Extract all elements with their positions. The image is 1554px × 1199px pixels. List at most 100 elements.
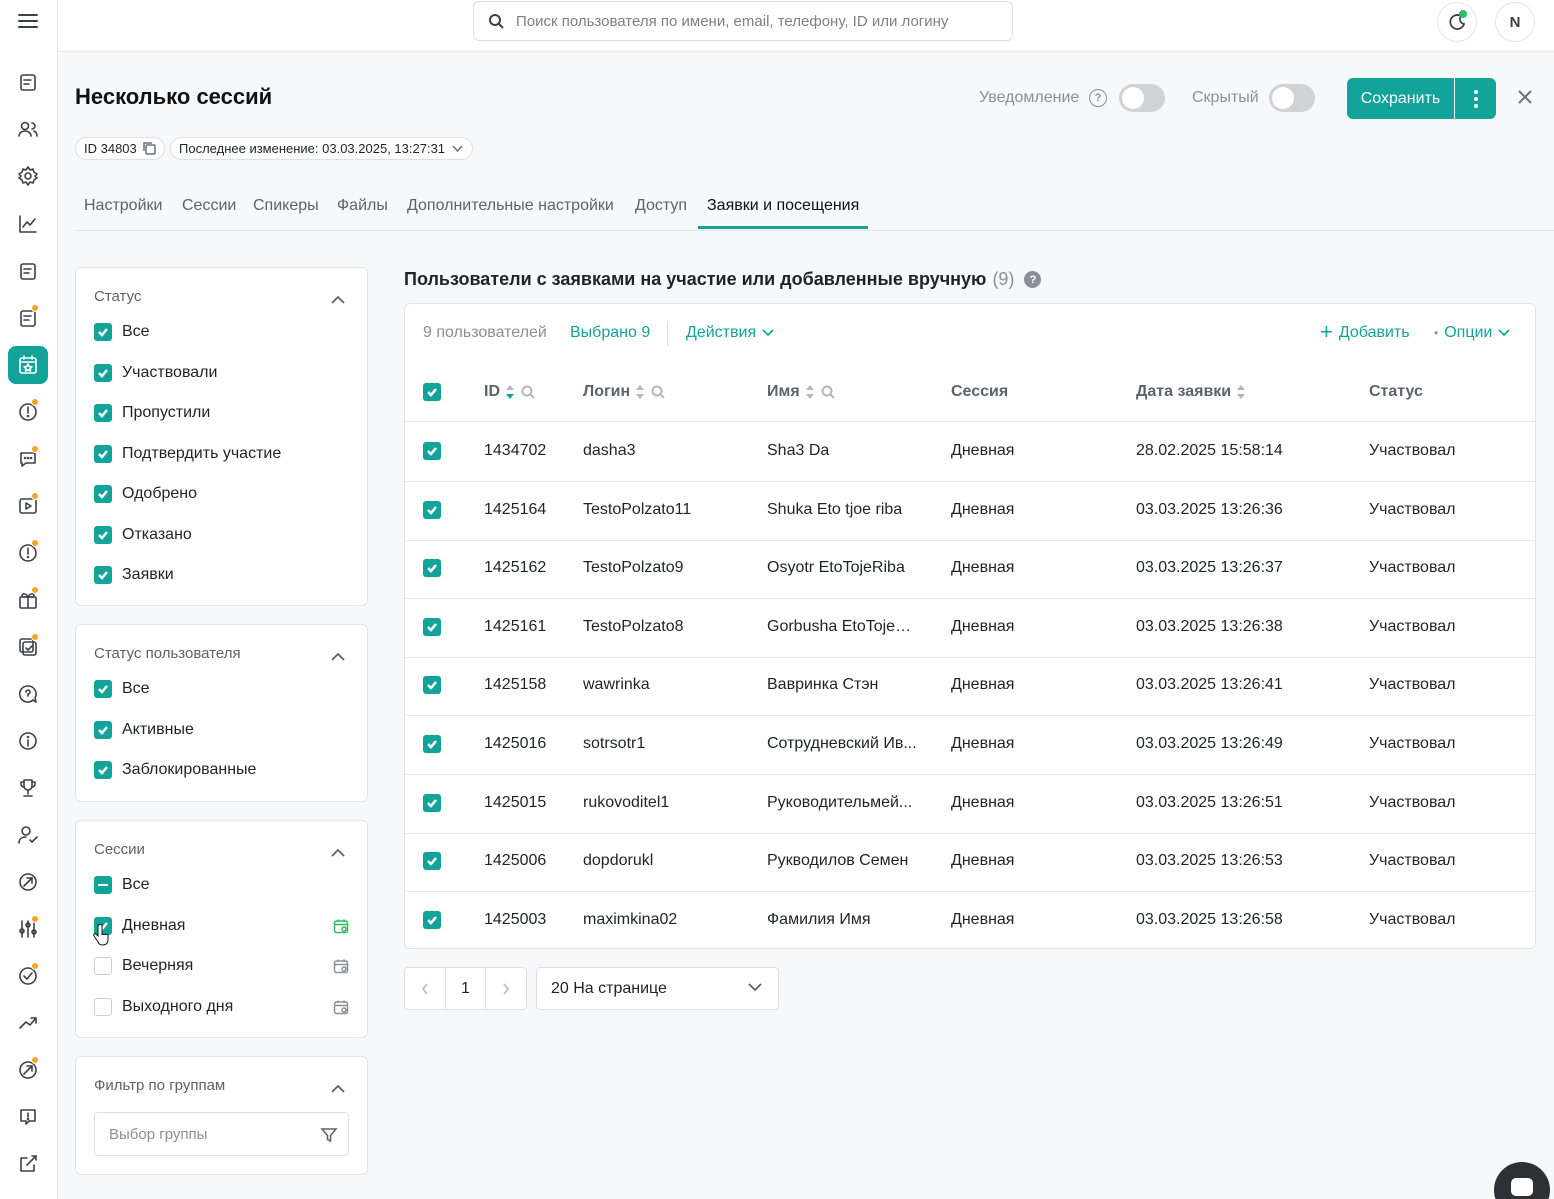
filter-option[interactable]: Все	[94, 876, 150, 894]
hidden-toggle[interactable]	[1269, 84, 1315, 112]
questions-icon[interactable]	[8, 675, 48, 713]
table-cell[interactable]: Руководительмей...	[767, 794, 912, 812]
trend-icon[interactable]	[8, 1004, 48, 1042]
table-cell[interactable]: TestoPolzato8	[583, 618, 684, 636]
table-cell[interactable]: TestoPolzato9	[583, 559, 684, 577]
checkbox[interactable]	[94, 525, 112, 544]
table-cell[interactable]: rukovoditel1	[583, 794, 669, 812]
tab-access[interactable]: Доступ	[635, 194, 687, 230]
selected-count[interactable]: Выбрано 9	[570, 324, 650, 342]
info-icon[interactable]	[8, 722, 48, 760]
compass-icon[interactable]	[8, 863, 48, 901]
chevron-up-icon[interactable]	[331, 292, 345, 304]
filter-option[interactable]: Одобрено	[94, 485, 197, 503]
feedback-icon[interactable]	[8, 1098, 48, 1136]
gift-icon[interactable]	[8, 581, 48, 619]
table-cell[interactable]: Фамилия Имя	[767, 911, 871, 929]
avatar[interactable]: N	[1495, 2, 1535, 42]
filter-option[interactable]: Заблокированные	[94, 761, 256, 779]
last-modified-chip[interactable]: Последнее изменение: 03.03.2025, 13:27:3…	[170, 137, 474, 160]
next-page-button[interactable]	[486, 968, 526, 1009]
save-button[interactable]: Сохранить	[1347, 78, 1454, 119]
documents-icon[interactable]	[8, 299, 48, 337]
filter-option[interactable]: Активные	[94, 720, 194, 739]
table-row[interactable]: 1434702 dasha3 Sha3 Da Дневная 28.02.2025 15…	[405, 423, 1535, 482]
table-cell[interactable]: maximkina02	[583, 911, 677, 929]
chevron-up-icon[interactable]	[331, 1081, 345, 1093]
table-row[interactable]: 1425162 TestoPolzato9 Osyotr EtoTojeRiba Дн…	[405, 540, 1535, 600]
support-chat-button[interactable]	[1494, 1162, 1550, 1199]
chevron-up-icon[interactable]	[331, 845, 345, 857]
add-user-button[interactable]: + Добавить	[1320, 321, 1410, 343]
row-checkbox[interactable]	[423, 735, 451, 754]
row-checkbox[interactable]	[423, 442, 451, 461]
users-icon[interactable]	[8, 110, 48, 148]
calendar-icon[interactable]	[333, 958, 349, 974]
checkbox[interactable]	[94, 444, 112, 463]
checkbox[interactable]	[94, 957, 112, 975]
checkbox[interactable]	[94, 485, 112, 503]
column-name[interactable]: Имя	[767, 383, 835, 401]
user-check-icon[interactable]	[8, 816, 48, 854]
filter-option[interactable]: Заявки	[94, 566, 174, 584]
search-icon[interactable]	[521, 385, 535, 399]
table-cell[interactable]: Sha3 Da	[767, 442, 829, 460]
checkbox[interactable]	[94, 680, 112, 698]
filter-option[interactable]: Пропустили	[94, 404, 210, 422]
table-cell[interactable]: TestoPolzato11	[583, 501, 691, 519]
tab-applications[interactable]: Заявки и посещения	[698, 194, 869, 229]
row-checkbox[interactable]	[423, 676, 451, 695]
help-icon[interactable]: ?	[1089, 89, 1107, 107]
tab-speakers[interactable]: Спикеры	[253, 194, 319, 230]
checkbox[interactable]	[94, 761, 112, 779]
row-checkbox[interactable]	[423, 852, 451, 871]
alerts-icon[interactable]	[8, 393, 48, 431]
sliders-icon[interactable]	[8, 910, 48, 948]
tab-files[interactable]: Файлы	[337, 194, 388, 230]
filter-option[interactable]: Вечерняя	[94, 957, 193, 975]
tab-additional-settings[interactable]: Дополнительные настройки	[407, 194, 614, 230]
table-cell[interactable]: Gorbusha EtoTojeR...	[767, 618, 917, 636]
target-icon[interactable]	[8, 1051, 48, 1089]
analytics-icon[interactable]	[8, 205, 48, 243]
row-checkbox[interactable]	[423, 500, 451, 520]
calendar-icon[interactable]	[333, 918, 349, 934]
checkbox[interactable]	[94, 997, 112, 1016]
menu-icon[interactable]	[18, 12, 38, 30]
select-all-checkbox[interactable]	[423, 383, 451, 402]
checkbox[interactable]	[94, 404, 112, 422]
chat-icon[interactable]	[8, 440, 48, 478]
filter-option[interactable]: Отказано	[94, 525, 192, 544]
notification-toggle[interactable]	[1119, 84, 1165, 112]
filter-option[interactable]: Все	[94, 323, 150, 341]
column-login[interactable]: Логин	[583, 383, 665, 401]
table-cell[interactable]: Сотрудневский Ив...	[767, 735, 917, 753]
group-select-input[interactable]: Выбор группы	[94, 1112, 349, 1156]
checkbox[interactable]	[94, 876, 112, 894]
calendar-icon[interactable]	[333, 999, 349, 1015]
filter-option[interactable]: Все	[94, 680, 150, 698]
row-checkbox[interactable]	[423, 793, 451, 813]
table-cell[interactable]: wawrinka	[583, 676, 650, 694]
tasks-icon[interactable]	[8, 628, 48, 666]
sort-icon[interactable]	[506, 385, 515, 399]
per-page-select[interactable]: 20 На странице	[536, 967, 779, 1010]
actions-dropdown[interactable]: Действия	[686, 324, 774, 342]
checkbox[interactable]	[94, 720, 112, 739]
external-link-icon[interactable]	[8, 1145, 48, 1183]
close-button[interactable]	[1514, 86, 1538, 110]
table-row[interactable]: 1425003 maximkina02 Фамилия Имя Дневная 03.0…	[405, 892, 1535, 951]
table-cell[interactable]: sotrsotr1	[583, 735, 645, 753]
row-checkbox[interactable]	[423, 559, 451, 578]
activity-button[interactable]	[1437, 2, 1477, 42]
checkbox[interactable]	[94, 323, 112, 341]
table-row[interactable]: 1425006 dopdorukl Рукводилов Семен Дневная 0…	[405, 833, 1535, 893]
check-circle-icon[interactable]	[8, 957, 48, 995]
row-checkbox[interactable]	[423, 910, 451, 930]
options-dropdown[interactable]: • Опции	[1434, 324, 1510, 342]
table-row[interactable]: 1425015 rukovoditel1 Руководительмей... Дне…	[405, 775, 1535, 834]
table-cell[interactable]: dasha3	[583, 442, 636, 460]
table-cell[interactable]: Osyotr EtoTojeRiba	[767, 559, 905, 577]
tab-settings[interactable]: Настройки	[84, 194, 162, 230]
help-icon[interactable]: ?	[1024, 271, 1042, 288]
